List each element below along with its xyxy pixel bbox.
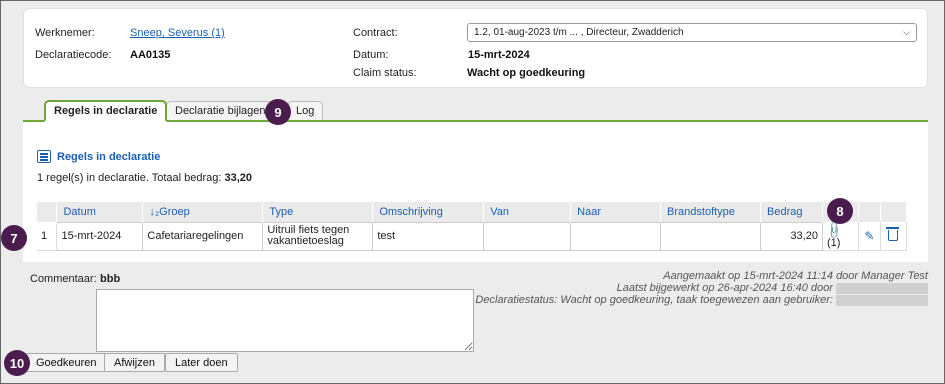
step-badge-8: 8 <box>827 198 853 224</box>
comment-textarea[interactable] <box>96 289 474 352</box>
cell-naar <box>570 221 662 251</box>
summary-prefix: 1 regel(s) in declaratie. Totaal bedrag: <box>37 172 225 184</box>
col-delete <box>880 202 908 222</box>
updated-info: Laatst bijgewerkt op 26-apr-2024 16:40 d… <box>468 282 928 294</box>
created-info: Aangemaakt op 15-mrt-2024 11:14 door Man… <box>663 270 928 282</box>
status-info: Declaratiestatus: Wacht op goedkeuring, … <box>468 294 928 306</box>
rules-summary: 1 regel(s) in declaratie. Totaal bedrag:… <box>37 172 252 184</box>
tab-bijlagen[interactable]: Declaratie bijlagen <box>166 101 275 121</box>
pencil-icon[interactable]: ✎ <box>864 229 874 243</box>
tab-regels[interactable]: Regels in declaratie <box>44 100 168 122</box>
approve-button[interactable]: Goedkeuren <box>26 353 107 372</box>
cell-datum: 15-mrt-2024 <box>56 221 144 251</box>
redacted-user <box>836 282 928 294</box>
contract-select-value: 1.2, 01-aug-2023 t/m ... , Directeur, Zw… <box>474 27 684 38</box>
table-row[interactable]: 1 15-mrt-2024 Cafetariaregelingen Uitrui… <box>37 220 908 251</box>
summary-total: 33,20 <box>224 172 253 184</box>
comment-value: bbb <box>100 273 121 285</box>
section-title: Regels in declaratie <box>37 150 160 163</box>
employee-label: Werknemer: <box>35 27 95 39</box>
col-datum[interactable]: Datum <box>56 202 144 222</box>
delete-cell[interactable] <box>880 222 908 251</box>
date-value: 15-mrt-2024 <box>468 49 530 61</box>
col-omschrijving[interactable]: Omschrijving <box>372 202 485 222</box>
cell-groep: Cafetariaregelingen <box>142 221 264 251</box>
cell-type: Uitruil fiets tegen vakantietoeslag <box>262 221 374 251</box>
date-label: Datum: <box>353 49 389 61</box>
comment-label: Commentaar: <box>30 273 97 285</box>
claim-header-card: Werknemer: Sneep, Severus (1) Declaratie… <box>23 8 928 88</box>
rules-table: Datum ↓₂Groep Type Omschrijving Van Naar… <box>37 202 908 251</box>
col-brandstoftype[interactable]: Brandstoftype <box>660 202 761 222</box>
contract-select[interactable]: 1.2, 01-aug-2023 t/m ... , Directeur, Zw… <box>467 23 917 42</box>
col-groep[interactable]: ↓₂Groep <box>142 202 264 222</box>
step-badge-9: 9 <box>265 99 291 125</box>
step-badge-7: 7 <box>1 225 27 251</box>
later-button[interactable]: Later doen <box>165 353 238 372</box>
status-label: Claim status: <box>353 67 417 79</box>
cell-index: 1 <box>37 222 58 251</box>
step-badge-10: 10 <box>4 350 30 376</box>
edit-cell[interactable]: ✎ <box>858 222 881 251</box>
code-label: Declaratiecode: <box>35 49 112 61</box>
cell-brandstoftype <box>660 221 761 251</box>
updated-text: Laatst bijgewerkt op 26-apr-2024 16:40 d… <box>616 282 833 294</box>
col-index <box>37 202 58 222</box>
tab-log[interactable]: Log <box>287 101 324 121</box>
audit-info: Aangemaakt op 15-mrt-2024 11:14 door Man… <box>468 270 928 306</box>
col-van[interactable]: Van <box>483 202 572 222</box>
cell-omschrijving: test <box>372 221 485 251</box>
trash-icon[interactable] <box>886 227 900 241</box>
attachments-cell[interactable]: 📎 (1) <box>822 220 859 251</box>
col-type[interactable]: Type <box>262 202 374 222</box>
cell-van <box>483 221 572 251</box>
status-text: Declaratiestatus: Wacht op goedkeuring, … <box>475 294 833 306</box>
code-value: AA0135 <box>130 49 171 61</box>
employee-link[interactable]: Sneep, Severus (1) <box>130 27 225 39</box>
table-header-row: Datum ↓₂Groep Type Omschrijving Van Naar… <box>37 202 908 222</box>
cell-bedrag: 33,20 <box>760 221 823 251</box>
reject-button[interactable]: Afwijzen <box>104 353 165 372</box>
chevron-down-icon: ⌵ <box>903 27 910 37</box>
redacted-assignee <box>836 294 928 306</box>
col-bedrag[interactable]: Bedrag <box>760 202 823 222</box>
col-naar[interactable]: Naar <box>570 202 662 222</box>
status-value: Wacht op goedkeuring <box>467 67 586 79</box>
section-title-text: Regels in declaratie <box>57 150 161 163</box>
contract-label: Contract: <box>353 27 398 39</box>
col-edit <box>858 202 881 222</box>
list-icon <box>37 150 51 163</box>
